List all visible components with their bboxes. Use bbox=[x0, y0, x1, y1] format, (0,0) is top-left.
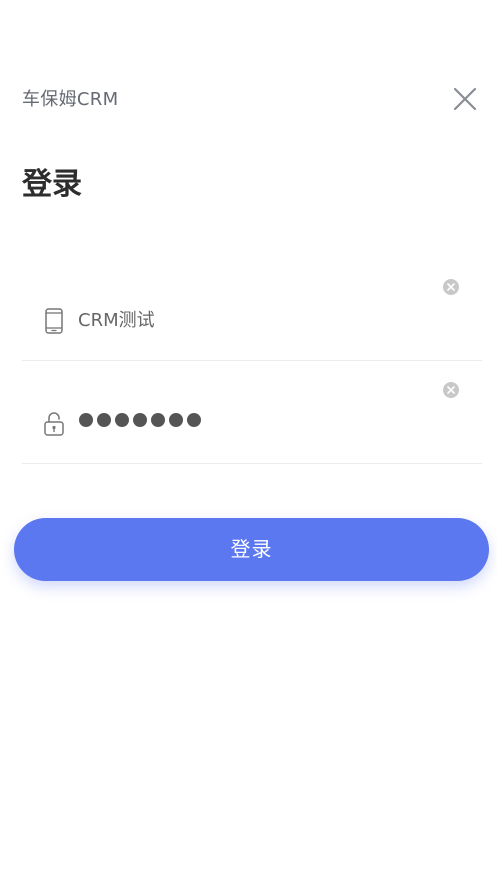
password-clear-button[interactable] bbox=[442, 381, 460, 399]
close-button[interactable] bbox=[452, 86, 478, 112]
password-mask-dot bbox=[187, 413, 201, 427]
clear-circle-icon bbox=[443, 279, 459, 295]
password-mask-dot bbox=[133, 413, 147, 427]
unlock-icon bbox=[43, 411, 65, 437]
page-title: 登录 bbox=[22, 167, 82, 202]
password-mask-dot bbox=[115, 413, 129, 427]
password-mask-dot bbox=[97, 413, 111, 427]
mobile-phone-icon bbox=[43, 308, 65, 334]
account-field[interactable]: CRM测试 bbox=[22, 270, 482, 361]
app-name: 车保姆CRM bbox=[22, 89, 119, 110]
password-mask-dot bbox=[79, 413, 93, 427]
clear-circle-icon bbox=[443, 382, 459, 398]
password-input[interactable] bbox=[79, 413, 201, 427]
account-input[interactable]: CRM测试 bbox=[78, 308, 155, 334]
password-mask-dot bbox=[169, 413, 183, 427]
password-mask-dot bbox=[151, 413, 165, 427]
login-button[interactable]: 登录 bbox=[14, 518, 489, 581]
password-field[interactable] bbox=[22, 373, 482, 464]
account-clear-button[interactable] bbox=[442, 278, 460, 296]
close-icon bbox=[453, 87, 477, 111]
